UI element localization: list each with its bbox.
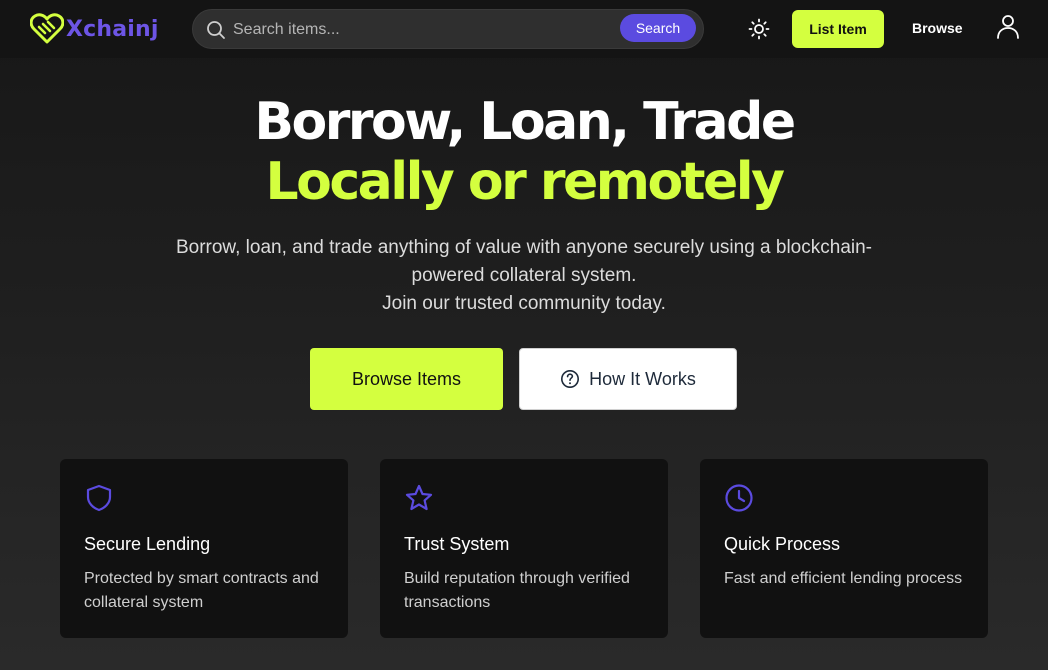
star-icon [405,484,433,511]
search-bar: Search [192,9,704,49]
feature-card-quick-process: Quick Process Fast and efficient lending… [700,459,988,638]
feature-card-secure-lending: Secure Lending Protected by smart contra… [60,459,348,638]
feature-description: Protected by smart contracts and collate… [84,570,319,611]
feature-description: Fast and efficient lending process [724,570,963,587]
sun-icon[interactable] [748,18,770,40]
feature-title: Secure Lending [84,534,211,554]
list-item-button[interactable]: List Item [792,10,884,48]
hero-description: Borrow, loan, and trade anything of valu… [160,234,888,318]
hero-description-line: Join our trusted community today. [382,293,666,314]
user-icon[interactable] [996,14,1020,40]
feature-card-trust-system: Trust System Build reputation through ve… [380,459,668,638]
hero-subtitle: Locally or remotely [265,152,785,212]
navbar: Xchainj Search List Item Browse [0,0,1048,58]
feature-title: Quick Process [724,534,841,554]
search-button[interactable]: Search [620,14,696,42]
shield-icon [86,484,112,512]
browse-items-button[interactable]: Browse Items [310,348,503,410]
handshake-heart-icon [30,13,64,44]
hero-title: Borrow, Loan, Trade [254,92,796,152]
brand-logo[interactable]: Xchainj [30,12,159,46]
clock-icon [725,484,753,512]
how-it-works-button[interactable]: How It Works [519,348,737,410]
help-circle-icon [561,370,580,388]
feature-description: Build reputation through verified transa… [404,570,630,611]
how-it-works-label: How It Works [589,368,696,389]
hero-description-line: Borrow, loan, and trade anything of valu… [175,237,873,286]
search-icon [207,21,225,39]
brand-name: Xchainj [66,16,159,42]
feature-title: Trust System [404,534,510,554]
browse-link[interactable]: Browse [912,20,963,36]
search-input[interactable] [233,18,603,42]
